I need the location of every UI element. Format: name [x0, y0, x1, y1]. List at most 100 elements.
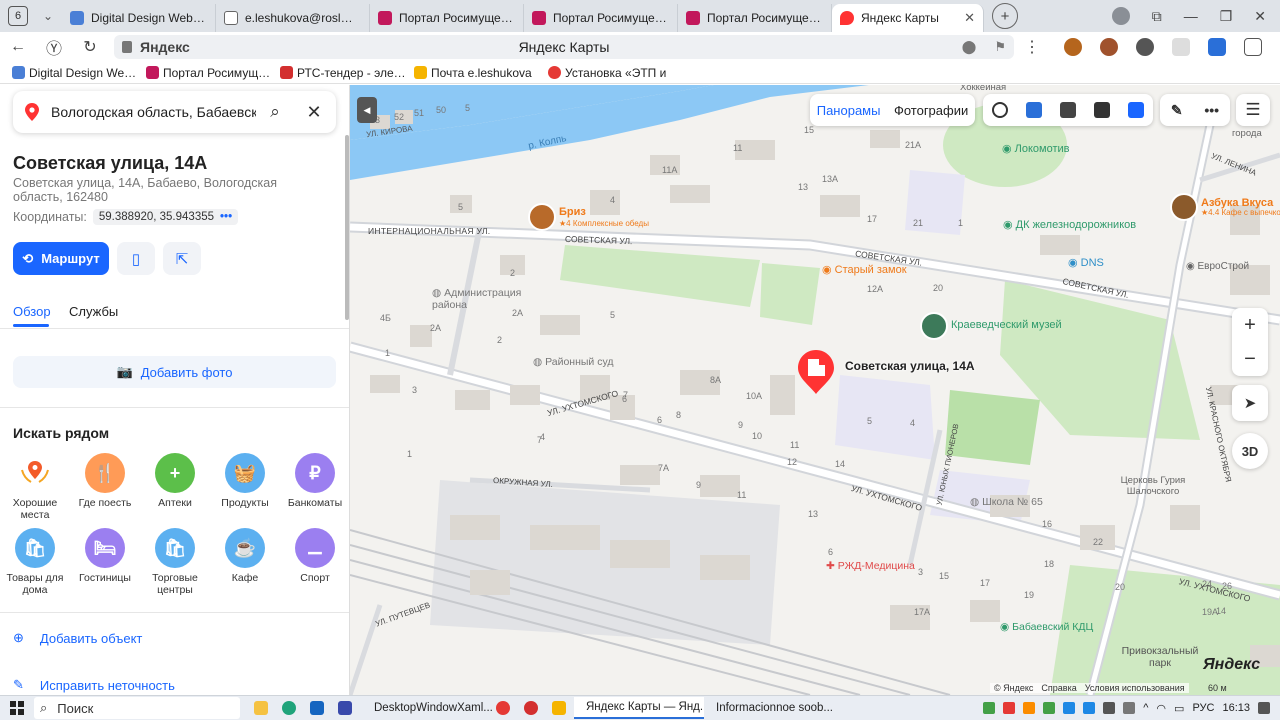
bookmark-icon[interactable]: ⚑ — [994, 39, 1006, 55]
bookmark-item[interactable]: Портал Росимущества — [146, 66, 274, 80]
browser-tab[interactable]: Digital Design Web Client — [62, 4, 216, 32]
poi-label[interactable]: ◍ Районный суд — [533, 356, 614, 368]
tray-icon[interactable] — [1123, 702, 1136, 714]
taskbar-app[interactable]: DesktopWindowXaml... — [362, 697, 492, 719]
edge-icon[interactable] — [282, 701, 296, 715]
search-icon[interactable]: ⌕ — [264, 102, 286, 122]
ruler-icon[interactable]: ✎ — [1171, 102, 1183, 119]
poi-label[interactable]: ◉ Локомотив — [1002, 142, 1070, 155]
new-tab-button[interactable]: + — [992, 3, 1018, 29]
tab-overview[interactable]: Обзор — [13, 304, 51, 319]
wifi-icon[interactable]: ◠ — [1156, 702, 1166, 715]
tray-icon[interactable] — [1103, 702, 1116, 714]
terms-link[interactable]: Условия использования — [1085, 683, 1185, 693]
profile-avatar[interactable] — [1111, 7, 1130, 25]
help-link[interactable]: Справка — [1041, 683, 1076, 693]
app-icon[interactable] — [338, 701, 352, 715]
category-pharmacy[interactable]: + Аптеки — [140, 453, 210, 509]
extension-icon[interactable] — [1100, 38, 1118, 56]
tray-icon[interactable] — [1063, 702, 1076, 714]
category-groceries[interactable]: 🧺 Продукты — [210, 453, 280, 509]
close-icon[interactable]: ✕ — [1254, 8, 1266, 25]
clear-icon[interactable]: ✕ — [304, 102, 324, 123]
traffic-icon[interactable] — [1128, 102, 1144, 118]
reload-icon[interactable]: ↻ — [72, 37, 108, 57]
extension-icon[interactable] — [1208, 38, 1226, 56]
poi-label[interactable]: Бриз — [559, 206, 586, 218]
toggle-3d-button[interactable]: 3D — [1232, 433, 1268, 469]
poi-photo[interactable] — [920, 312, 948, 340]
poi-label[interactable]: ◍ Школа № 65 — [970, 496, 1043, 508]
clock[interactable]: 16:13 — [1222, 702, 1250, 714]
tab-services[interactable]: Службы — [69, 304, 118, 319]
coordinates-value[interactable]: 59.388920, 35.943355 ••• — [92, 209, 239, 225]
menu-button[interactable]: ☰ — [1236, 94, 1270, 126]
poi-label[interactable]: ◉ Бабаевский КДЦ — [1000, 621, 1093, 633]
browser-tab[interactable]: e.leshukova@roslm.gov — [216, 4, 370, 32]
yandex-browser-icon[interactable] — [496, 701, 510, 715]
more-dots-icon[interactable]: ••• — [220, 211, 232, 223]
collapse-panel-button[interactable]: ◀ — [357, 97, 377, 123]
chevron-up-icon[interactable]: ^ — [1143, 702, 1148, 714]
location-icon[interactable]: ⬤ — [962, 39, 977, 55]
category-atm[interactable]: ₽ Банкоматы — [280, 453, 349, 509]
photos-tab[interactable]: Фотографии — [894, 103, 968, 118]
language-indicator[interactable]: РУС — [1192, 702, 1214, 714]
extension-icon[interactable] — [1172, 38, 1190, 56]
panel-scrollbar[interactable] — [345, 135, 349, 320]
layers-icon[interactable] — [992, 102, 1008, 118]
tray-icon[interactable] — [1023, 702, 1036, 714]
bookmark-item[interactable]: Установка «ЭТП и — [548, 66, 676, 80]
tray-icon[interactable] — [1003, 702, 1016, 714]
taskbar-search[interactable]: ⌕ Поиск — [34, 697, 240, 719]
taskbar-app[interactable]: Informacionnoe soob... — [704, 697, 834, 719]
camera-icon[interactable] — [1060, 102, 1076, 118]
browser-tab[interactable]: Портал Росимущества — [524, 4, 678, 32]
zoom-out-button[interactable]: − — [1232, 342, 1268, 376]
bookmark-item[interactable]: Почта e.leshukova — [414, 66, 542, 80]
search-input[interactable] — [51, 104, 256, 120]
poi-label[interactable]: ◉ Старый замок — [822, 263, 907, 276]
poi-label[interactable]: Краеведческий музей — [951, 319, 1062, 331]
notifications-icon[interactable] — [1258, 702, 1270, 714]
zoom-in-button[interactable]: + — [1232, 308, 1268, 342]
my-location-button[interactable]: ➤ — [1232, 385, 1268, 421]
windows-start-icon[interactable] — [10, 701, 24, 715]
battery-icon[interactable]: ▭ — [1174, 702, 1184, 715]
category-hotels[interactable]: 🛏 Гостиницы — [70, 528, 140, 584]
minimize-icon[interactable]: — — [1184, 8, 1198, 24]
panoramas-tab[interactable]: Панорамы — [817, 103, 881, 118]
poi-label[interactable]: ✚ РЖД-Медицина — [826, 560, 915, 572]
poi-photo[interactable] — [528, 203, 556, 231]
extension-icon[interactable] — [1136, 38, 1154, 56]
map-canvas[interactable]: 535251505111521А11А13А1317211545791112А2… — [350, 85, 1280, 695]
transport-map-icon[interactable] — [1026, 102, 1042, 118]
tray-icon[interactable] — [983, 702, 996, 714]
yandex-button-icon[interactable]: Ⓨ — [36, 35, 72, 59]
more-menu-icon[interactable]: ⋮ — [1014, 37, 1050, 57]
taskbar-app-active[interactable]: Яндекс Карты — Янд... — [574, 697, 704, 719]
browser-tab-active[interactable]: Яндекс Карты ✕ — [832, 4, 984, 32]
extension-icon[interactable] — [1064, 38, 1082, 56]
opera-icon[interactable] — [524, 701, 538, 715]
poi-label[interactable]: ◉ ЕвроСтрой — [1186, 261, 1249, 272]
bookmark-item[interactable]: Digital Design Web Client — [12, 66, 140, 80]
restore-icon[interactable]: ❐ — [1220, 8, 1233, 25]
poi-label[interactable]: Церковь Гурия Шалочского — [1098, 475, 1208, 497]
folder-icon[interactable] — [254, 701, 268, 715]
downloads-icon[interactable] — [1244, 38, 1262, 56]
add-object-link[interactable]: ⊕ Добавить объект — [13, 630, 142, 646]
category-cafe[interactable]: ☕ Кафе — [210, 528, 280, 584]
collections-icon[interactable]: ⧉ — [1152, 8, 1162, 25]
app-icon[interactable] — [552, 701, 566, 715]
bookmark-button[interactable]: ▯ — [117, 242, 155, 275]
category-food[interactable]: 🍴 Где поесть — [70, 453, 140, 509]
browser-tab[interactable]: Портал Росимущества — [370, 4, 524, 32]
poi-label[interactable]: ◉ ДК железнодорожников — [1003, 219, 1143, 232]
poi-label[interactable]: ◍ Администрация района — [432, 287, 532, 311]
category-good-places[interactable]: Хорошие места — [0, 453, 70, 521]
back-arrow-icon[interactable]: ← — [0, 38, 36, 56]
bluetooth-icon[interactable] — [1083, 702, 1096, 714]
route-button[interactable]: ⟲ Маршрут — [13, 242, 109, 275]
share-button[interactable]: ⇱ — [163, 242, 201, 275]
